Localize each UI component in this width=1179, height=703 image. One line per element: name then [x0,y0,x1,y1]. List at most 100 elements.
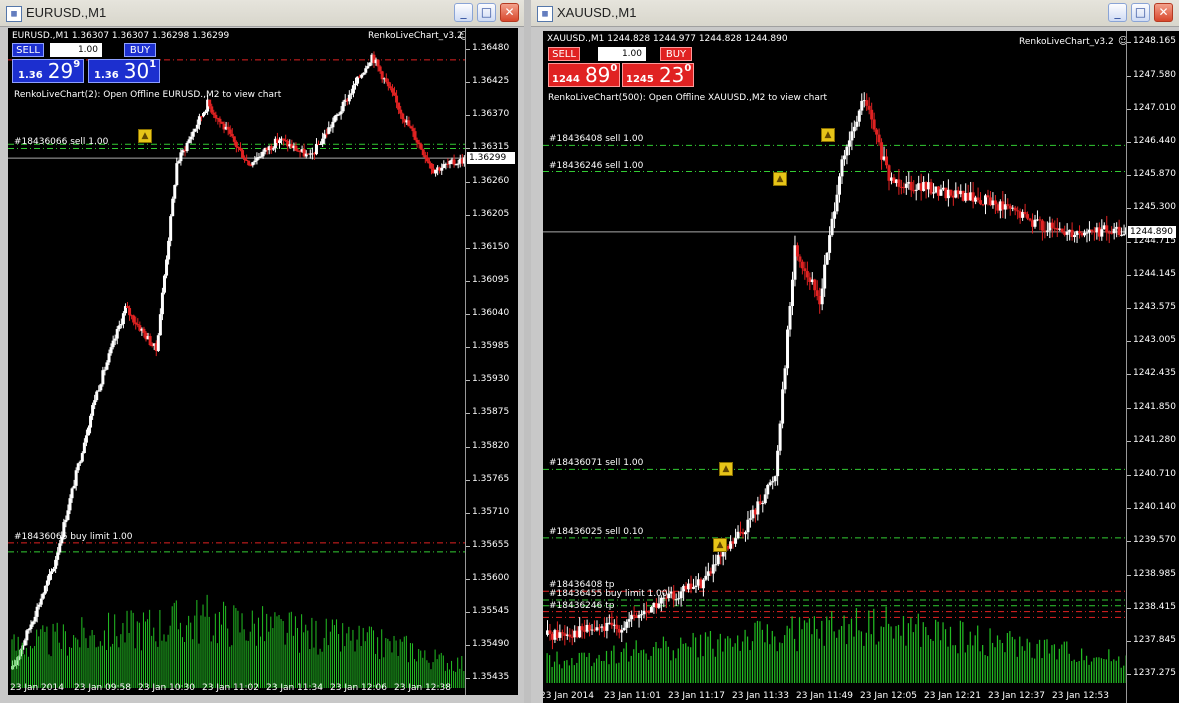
candle-body [875,129,879,135]
volume-bar [875,644,877,683]
order-label[interactable]: #18436455 buy limit 1.00 [549,589,668,599]
candle-body [830,218,834,236]
candle-body [781,389,785,424]
volume-bar [134,648,136,688]
candle-body [247,160,251,166]
buy-quote-sup: 0 [684,63,692,74]
order-label[interactable]: #18436071 sell 1.00 [549,458,643,468]
price-axis[interactable]: 1.36480 1.36425 1.36370 1.36315 1.36260 1.362… [465,28,518,695]
price-label: 1.36205 [472,208,510,219]
sell-quote-small: 1.36 [18,70,43,81]
price-chart[interactable]: XAUUSD.,M1 1244.828 1244.977 1244.828 12… [543,31,1179,703]
chart-window-eurusd[interactable]: ▦ EURUSD.,M1 _ □ ✕ EURUSD.,M1 1.36307 1.… [0,0,524,703]
candle-body [29,624,33,630]
trade-arrow-icon[interactable]: ▲ [138,129,152,143]
trade-arrow-icon[interactable]: ▲ [719,462,733,476]
volume-bar [262,606,264,688]
maximize-icon[interactable]: □ [1131,3,1150,22]
renko-info-text: RenkoLiveChart(2): Open Offline EURUSD.,… [14,90,282,100]
order-label[interactable]: #18436025 sell 0.10 [549,527,643,537]
price-tick [1127,108,1131,110]
price-tick [1127,242,1131,244]
volume-bar [902,616,905,683]
candle-body [204,111,208,114]
trade-arrow-icon[interactable]: ▲ [821,128,835,142]
volume-bar [385,638,387,688]
candle-body [23,640,27,646]
maximize-icon[interactable]: □ [477,3,496,22]
volume-bar [255,645,257,688]
buy-quote-small: 1.36 [94,70,119,81]
chart-window-xauusd[interactable]: ▦ XAUUSD.,M1 _ □ ✕ XAUUSD.,M1 1244.828 1… [531,0,1179,703]
price-chart[interactable]: EURUSD.,M1 1.36307 1.36307 1.36298 1.362… [8,28,518,695]
volume-bar [1004,652,1006,683]
order-label[interactable]: #18436246 tp [549,601,614,611]
order-label[interactable]: #18436066 buy limit 1.00 [14,532,133,542]
volume-bar [776,651,778,683]
order-label[interactable]: #18436408 sell 1.00 [549,134,643,144]
volume-bar [1068,653,1070,683]
volume-bar [307,630,309,688]
trade-arrow-icon[interactable]: ▲ [713,538,727,552]
volume-bar [167,634,169,688]
volume-bar [793,638,796,683]
renko-info-text: RenkoLiveChart(500): Open Offline XAUUSD… [548,93,828,103]
price-tick [466,612,470,614]
candle-body [212,112,216,115]
volume-bar [42,625,44,688]
volume-bar [828,620,830,683]
candle-body [1050,222,1054,228]
order-label[interactable]: #18436246 sell 1.00 [549,161,643,171]
price-label: 1.36370 [472,109,510,120]
candle-body [241,150,245,159]
volume-bar [625,642,627,683]
lot-size-input[interactable]: 1.00 [50,43,102,57]
minimize-icon[interactable]: _ [1108,3,1127,22]
close-icon[interactable]: ✕ [1154,3,1173,22]
candle-body [39,598,43,605]
sell-button[interactable]: SELL [548,47,580,61]
time-label: 23 Jan 12:53 [1052,691,1109,701]
volume-bar [399,639,401,688]
title-bar[interactable]: ▦ EURUSD.,M1 _ □ ✕ [0,0,524,27]
buy-button[interactable]: BUY [124,43,156,57]
order-label[interactable]: #18436066 sell 1.00 [14,137,108,147]
sell-button[interactable]: SELL [12,43,44,57]
volume-bar [895,626,897,683]
volume-bar [1095,657,1098,683]
candle-body [162,275,166,293]
volume-bar [177,629,179,688]
candle-body [228,129,232,134]
candle-body [1065,231,1069,235]
candle-body [142,328,146,333]
price-axis[interactable]: 1248.165 1247.580 1247.010 1246.440 1245.870… [1126,31,1179,703]
candle-body [1033,219,1037,227]
buy-button[interactable]: BUY [660,47,692,61]
candle-body [220,121,224,124]
price-tick [1127,208,1131,210]
volume-bar [704,632,707,683]
candle-body [35,606,39,617]
close-icon[interactable]: ✕ [500,3,519,22]
volume-bar [1083,660,1085,683]
candle-body [845,146,849,156]
volume-bar [558,664,561,683]
candles-svg [543,92,1127,683]
volume-bar [52,623,54,688]
candle-body [126,306,130,309]
price-label: 1248.165 [1133,35,1176,46]
candle-body [914,189,918,191]
candle-body [177,161,181,164]
candle-body [1028,218,1032,221]
minimize-icon[interactable]: _ [454,3,473,22]
volume-bar [581,652,583,683]
volume-bar [766,624,768,683]
trade-arrow-icon[interactable]: ▲ [773,172,787,186]
candle-body [649,607,653,613]
candle-body [771,481,775,483]
title-bar[interactable]: ▦ XAUUSD.,M1 _ □ ✕ [531,0,1179,27]
lot-size-input[interactable]: 1.00 [598,47,646,61]
candle-body [253,160,257,163]
candle-body [714,564,718,566]
volume-bar [204,616,206,688]
